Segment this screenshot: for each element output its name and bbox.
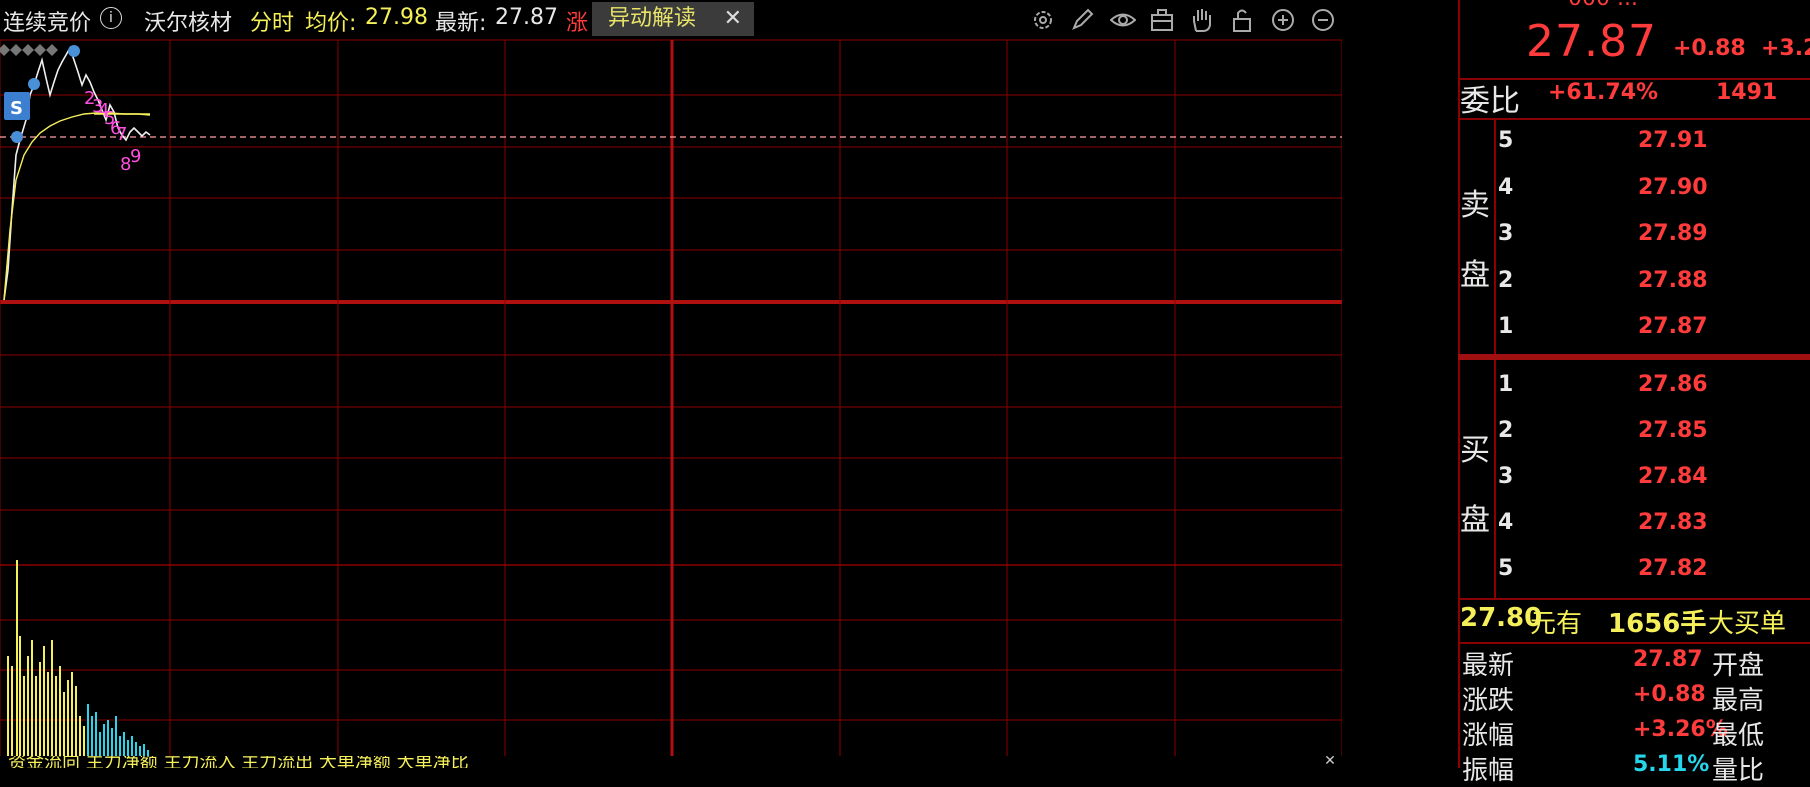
buy-label-bottom: 盘 [1460, 503, 1490, 538]
sell-level: 4 [1498, 174, 1514, 200]
count-marker: 7 [116, 124, 127, 145]
bottom-indicator-bar[interactable]: 资金流向 主力净额 主力流入 主力流出 大单净额 大单净比 [0, 756, 1342, 768]
buy-price[interactable]: 27.82 [1638, 556, 1708, 581]
diamond-marker [0, 44, 10, 56]
change-indicator: 涨 [566, 11, 589, 36]
big-order-unit: 元有 [1530, 609, 1583, 639]
latest-price-label: 最新: [435, 11, 487, 36]
buy-level: 4 [1498, 510, 1514, 535]
sell-level: 2 [1498, 267, 1514, 293]
avg-price-label: 均价: [305, 11, 357, 36]
big-order-qty: 1656手 [1608, 609, 1707, 639]
buy-price[interactable]: 27.84 [1638, 464, 1708, 489]
big-order-label[interactable]: 大买单 [1708, 603, 1786, 640]
stat-side-label: 开盘 [1712, 651, 1765, 681]
volume-bars [7, 560, 149, 756]
quote-change-pct: +3.26% [1761, 36, 1810, 61]
zoom-in-icon[interactable] [1270, 7, 1296, 33]
gear-icon[interactable] [1030, 7, 1056, 33]
chart-markers: S 23456789 [0, 44, 141, 175]
stat-label: 涨跌 [1462, 686, 1515, 716]
chart-grid [0, 39, 1342, 756]
eye-icon[interactable] [1110, 7, 1136, 33]
sell-price[interactable]: 27.87 [1638, 314, 1708, 339]
signal-dot [28, 78, 40, 90]
stat-side-label: 最高 [1712, 686, 1765, 716]
close-icon[interactable]: ✕ [724, 2, 742, 36]
buy-level: 5 [1498, 556, 1514, 581]
pen-icon[interactable] [1069, 7, 1095, 33]
sell-price[interactable]: 27.88 [1638, 268, 1708, 293]
diamond-marker [22, 44, 34, 56]
buy-level: 2 [1498, 418, 1514, 443]
info-icon[interactable]: i [100, 7, 122, 29]
lock-icon[interactable] [1229, 7, 1255, 33]
stat-value: 27.87 [1633, 647, 1703, 672]
stat-label: 振幅 [1462, 756, 1515, 786]
diamond-marker [46, 44, 58, 56]
sell-level: 5 [1498, 128, 1514, 153]
average-price-line [3, 112, 151, 301]
bottom-indicator-text: 资金流向 主力净额 主力流入 主力流出 大单净额 大单净比 [8, 756, 469, 768]
order-ratio-value: +61.74% [1548, 80, 1659, 105]
trade-mode-label: 连续竞价 [3, 11, 92, 36]
quote-top-text: 000 ... [1568, 0, 1638, 11]
buy-label-top: 买 [1460, 433, 1490, 468]
latest-price-value: 27.87 [495, 5, 558, 30]
chart-header: 连续竞价 i 沃尔核材 分时 均价: 27.98 最新: 27.87 涨 异动解… [0, 0, 1342, 40]
stat-side-label: 最低 [1712, 721, 1765, 751]
stat-value: 5.11% [1633, 752, 1710, 777]
order-ratio-label: 委比 [1460, 84, 1520, 119]
sell-price[interactable]: 27.90 [1638, 175, 1708, 200]
buy-level: 3 [1498, 464, 1514, 489]
diamond-marker [34, 44, 46, 56]
stat-label: 最新 [1462, 651, 1515, 681]
sell-level: 1 [1498, 314, 1514, 339]
quote-change: +0.88 [1673, 36, 1746, 61]
count-marker: 9 [130, 146, 141, 167]
signal-dot [11, 131, 23, 143]
briefcase-icon[interactable] [1149, 7, 1175, 33]
stock-name: 沃尔核材 [144, 11, 233, 36]
signal-dot [68, 45, 80, 57]
intraday-chart[interactable]: 5.15%4.17%2.10%1.08%3.26%0.00%1.00%2.02%… [0, 0, 1342, 768]
anomaly-popup-label[interactable]: 异动解读 [608, 2, 696, 36]
quote-panel: 000 ... 27.87 +0.88 +3.26% 委比 +61.74% 14… [1458, 0, 1810, 786]
diamond-marker [10, 44, 22, 56]
stat-label: 涨幅 [1462, 721, 1515, 751]
sell-label-top: 卖 [1460, 188, 1490, 223]
sell-label-bottom: 盘 [1460, 258, 1490, 293]
zoom-out-icon[interactable] [1310, 7, 1336, 33]
close-icon[interactable]: ✕ [1322, 754, 1338, 768]
order-ratio-diff: 1491 [1716, 80, 1778, 105]
anomaly-popup[interactable]: 异动解读 ✕ [592, 2, 754, 36]
buy-level: 1 [1498, 372, 1514, 397]
sell-price[interactable]: 27.89 [1638, 221, 1708, 246]
buy-price[interactable]: 27.86 [1638, 372, 1708, 397]
stat-side-label: 量比 [1712, 756, 1765, 786]
quote-price: 27.87 [1526, 16, 1657, 67]
signal-badge-label: S [10, 98, 23, 119]
sell-level: 3 [1498, 221, 1514, 246]
buy-price[interactable]: 27.83 [1638, 510, 1708, 535]
sell-price[interactable]: 27.91 [1638, 128, 1708, 153]
buy-price[interactable]: 27.85 [1638, 418, 1708, 443]
chart-mode-label[interactable]: 分时 [250, 5, 294, 37]
stat-value: +0.88 [1633, 682, 1706, 707]
hand-icon[interactable] [1189, 7, 1215, 33]
avg-price-value: 27.98 [365, 5, 428, 30]
